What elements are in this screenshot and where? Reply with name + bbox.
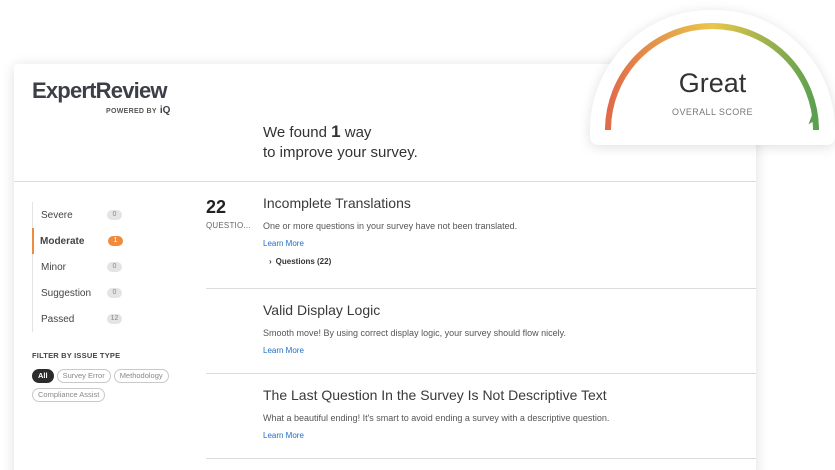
headline-prefix: We found (263, 124, 327, 141)
issue-description: Smooth move! By using correct display lo… (263, 328, 566, 338)
issue-card-valid-display-logic: Valid Display Logic Smooth move! By usin… (263, 302, 566, 355)
issue-divider (206, 373, 756, 374)
chevron-right-icon: › (269, 257, 272, 266)
severity-filter-passed[interactable]: Passed 12 (32, 306, 147, 332)
severity-label: Moderate (40, 235, 85, 247)
severity-filter-suggestion[interactable]: Suggestion 0 (32, 280, 147, 306)
overall-score-gauge: Great OVERALL SCORE (590, 10, 835, 145)
iq-logo-icon: iQ (159, 105, 171, 116)
question-count: 22 (206, 197, 227, 217)
questions-toggle-label: Questions (22) (275, 257, 332, 266)
severity-label: Severe (41, 209, 73, 221)
severity-filter-severe[interactable]: Severe 0 (32, 202, 147, 228)
severity-count-badge: 12 (107, 314, 122, 324)
issue-card-last-question: The Last Question In the Survey Is Not D… (263, 387, 609, 440)
learn-more-link[interactable]: Learn More (263, 431, 609, 440)
overall-score-label: OVERALL SCORE (672, 107, 753, 117)
issue-title: Incomplete Translations (263, 195, 411, 211)
headline-suffix: way (344, 124, 372, 141)
severity-filter-list: Severe 0 Moderate 1 Minor 0 Suggestion 0… (32, 202, 147, 332)
severity-count-badge: 0 (107, 210, 122, 220)
learn-more-link[interactable]: Learn More (263, 346, 566, 355)
issue-title: The Last Question In the Survey Is Not D… (263, 387, 607, 403)
chip-all[interactable]: All (32, 369, 54, 383)
logo-wordmark: ExpertReview (32, 78, 168, 103)
filter-by-issue-type-title: FILTER BY ISSUE TYPE (32, 351, 121, 360)
issue-card-incomplete-translations: Incomplete Translations One or more ques… (263, 195, 517, 266)
header-divider (14, 181, 756, 182)
severity-label: Suggestion (41, 287, 92, 299)
chip-compliance-assist[interactable]: Compliance Assist (32, 388, 106, 402)
issue-divider (206, 458, 756, 459)
severity-count-badge: 0 (107, 262, 122, 272)
logo: ExpertReview POWERED BY iQ (32, 78, 170, 116)
chip-survey-error[interactable]: Survey Error (56, 369, 111, 383)
severity-count-badge: 1 (108, 236, 123, 246)
overall-score-value: Great (678, 68, 747, 98)
question-count-label: QUESTIO... (206, 221, 251, 230)
chip-methodology[interactable]: Methodology (113, 369, 169, 383)
questions-expand-toggle[interactable]: › Questions (22) (269, 257, 517, 266)
headline-line2: to improve your survey. (263, 144, 418, 161)
severity-filter-minor[interactable]: Minor 0 (32, 254, 147, 280)
severity-label: Minor (41, 261, 67, 273)
issue-type-chips: All Survey Error Methodology Compliance … (32, 369, 192, 402)
severity-count-badge: 0 (107, 288, 122, 298)
headline-count: 1 (331, 122, 341, 141)
severity-filter-moderate[interactable]: Moderate 1 (32, 228, 147, 254)
powered-by-text: POWERED BY (106, 108, 157, 115)
summary-headline: We found 1 way to improve your survey. (263, 122, 418, 163)
issue-description: What a beautiful ending! It's smart to a… (263, 413, 610, 423)
learn-more-link[interactable]: Learn More (263, 239, 517, 248)
issue-description: One or more questions in your survey hav… (263, 221, 518, 231)
logo-powered-by: POWERED BY iQ (106, 105, 170, 116)
issue-divider (206, 288, 756, 289)
issue-title: Valid Display Logic (263, 302, 381, 318)
severity-label: Passed (41, 313, 75, 325)
